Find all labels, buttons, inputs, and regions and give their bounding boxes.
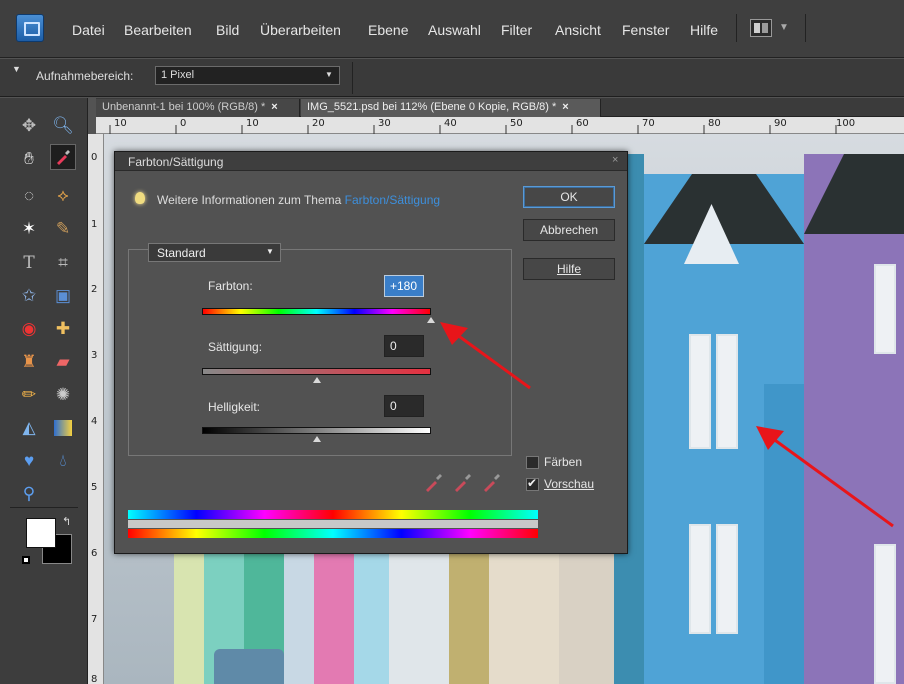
arrow-canvas [756, 426, 894, 528]
annotation-arrows [440, 322, 894, 528]
arrow-hue [440, 322, 531, 390]
